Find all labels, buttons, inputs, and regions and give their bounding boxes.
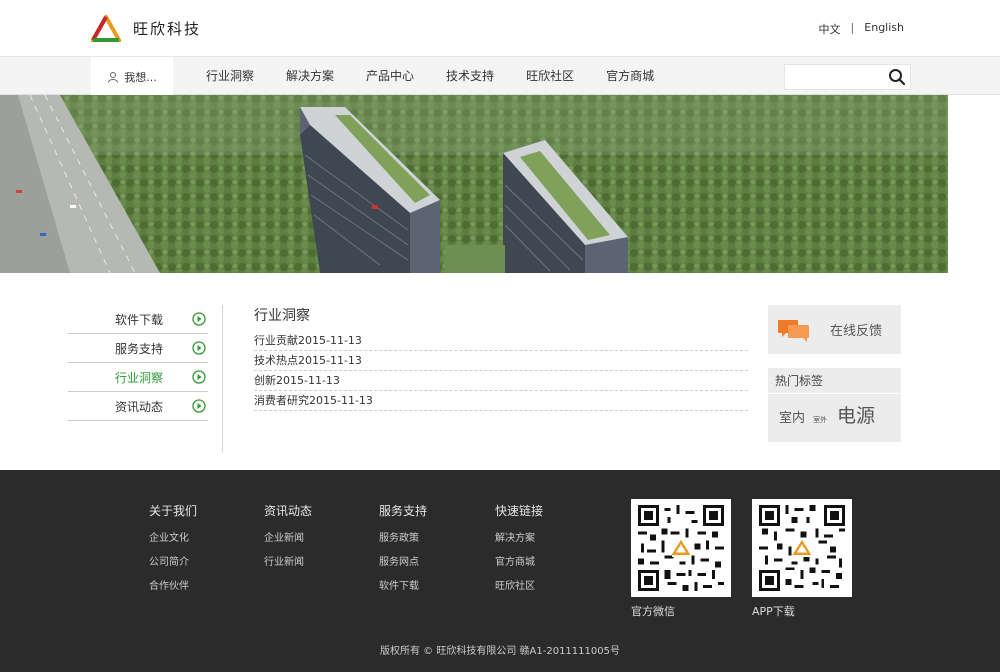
arrow-right-circle-icon bbox=[192, 399, 206, 413]
sidebar-divider bbox=[222, 305, 223, 453]
footer-link[interactable]: 企业文化 bbox=[149, 532, 249, 556]
user-icon bbox=[108, 71, 119, 83]
tag-indoor[interactable]: 室内 bbox=[779, 407, 805, 426]
sidebar-menu: 软件下载 服务支持 行业洞察 资讯动态 bbox=[68, 305, 208, 421]
logo-triangle-icon bbox=[91, 15, 121, 42]
arrow-right-circle-icon bbox=[192, 341, 206, 355]
search-box bbox=[784, 64, 911, 90]
tag-power-supply[interactable]: 电源 bbox=[837, 401, 875, 428]
footer-column-news: 资讯动态 企业新闻 行业新闻 bbox=[264, 502, 364, 580]
nav-item-solutions[interactable]: 解决方案 bbox=[270, 57, 350, 96]
nav-item-tech-support[interactable]: 技术支持 bbox=[430, 57, 510, 96]
nav-item-official-store[interactable]: 官方商城 bbox=[590, 57, 670, 96]
footer-link[interactable]: 公司简介 bbox=[149, 556, 249, 580]
page-title: 行业洞察 bbox=[254, 308, 310, 324]
nav-items: 行业洞察 解决方案 产品中心 技术支持 旺欣社区 官方商城 bbox=[190, 57, 670, 96]
sidebar-item-label: 软件下载 bbox=[115, 312, 164, 327]
footer-column-title: 资讯动态 bbox=[264, 504, 313, 518]
news-item[interactable]: 创新2015-11-13 bbox=[254, 371, 748, 391]
footer-column-quick-links: 快速链接 解决方案 官方商城 旺欣社区 bbox=[495, 502, 595, 604]
search-input[interactable] bbox=[785, 65, 880, 89]
footer-link[interactable]: 官方商城 bbox=[495, 556, 595, 580]
footer-link[interactable]: 行业新闻 bbox=[264, 556, 364, 580]
footer-link[interactable]: 软件下载 bbox=[379, 580, 479, 604]
site-header: 旺欣科技 中文 | English bbox=[0, 0, 1000, 56]
footer-column-about: 关于我们 企业文化 公司简介 合作伙伴 bbox=[149, 502, 249, 604]
sidebar-item-label: 行业洞察 bbox=[115, 370, 164, 385]
footer-link[interactable]: 合作伙伴 bbox=[149, 580, 249, 604]
news-item[interactable]: 技术热点2015-11-13 bbox=[254, 351, 748, 371]
site-footer: 关于我们 企业文化 公司简介 合作伙伴 资讯动态 企业新闻 行业新闻 服务支持 … bbox=[0, 470, 1000, 672]
footer-column-title: 快速链接 bbox=[495, 504, 544, 518]
qr-code-icon bbox=[631, 499, 731, 597]
arrow-right-circle-icon bbox=[192, 312, 206, 326]
hero-banner bbox=[0, 95, 948, 273]
tag-outdoor[interactable]: 室外 bbox=[813, 415, 827, 425]
footer-column-service: 服务支持 服务政策 服务网点 软件下载 bbox=[379, 502, 479, 604]
qr-wechat: 官方微信 bbox=[631, 499, 731, 619]
language-switch: 中文 | English bbox=[819, 21, 904, 37]
qr-code-icon bbox=[752, 499, 852, 597]
sidebar-item-industry-insight[interactable]: 行业洞察 bbox=[68, 363, 208, 392]
news-item[interactable]: 消费者研究2015-11-13 bbox=[254, 391, 748, 411]
lang-en-link[interactable]: English bbox=[864, 21, 904, 37]
i-want-menu[interactable]: 我想... bbox=[91, 57, 173, 96]
chat-bubbles-icon bbox=[778, 319, 809, 342]
feedback-label: 在线反馈 bbox=[830, 324, 883, 339]
arrow-right-circle-icon bbox=[192, 370, 206, 384]
nav-item-industry-insight[interactable]: 行业洞察 bbox=[190, 57, 270, 96]
i-want-label: 我想... bbox=[124, 70, 157, 84]
footer-column-title: 服务支持 bbox=[379, 504, 428, 518]
sidebar-item-news[interactable]: 资讯动态 bbox=[68, 392, 208, 421]
main-content: 行业洞察 行业贡献2015-11-13 技术热点2015-11-13 创新201… bbox=[254, 305, 748, 411]
sidebar-item-label: 资讯动态 bbox=[115, 399, 164, 414]
footer-link[interactable]: 旺欣社区 bbox=[495, 580, 595, 604]
news-item[interactable]: 行业贡献2015-11-13 bbox=[254, 331, 748, 351]
nav-item-community[interactable]: 旺欣社区 bbox=[510, 57, 590, 96]
online-feedback-button[interactable]: 在线反馈 bbox=[768, 305, 901, 354]
footer-link[interactable]: 解决方案 bbox=[495, 532, 595, 556]
footer-link[interactable]: 服务网点 bbox=[379, 556, 479, 580]
logo-text: 旺欣科技 bbox=[133, 20, 202, 38]
hot-tags-panel: 热门标签 室内 室外 电源 bbox=[768, 368, 901, 442]
logo[interactable]: 旺欣科技 bbox=[91, 15, 201, 42]
banner-building-aerial-image bbox=[0, 95, 948, 273]
qr-app-download: APP下载 bbox=[752, 499, 852, 619]
footer-link[interactable]: 企业新闻 bbox=[264, 532, 364, 556]
main-nav: 我想... 行业洞察 解决方案 产品中心 技术支持 旺欣社区 官方商城 bbox=[0, 56, 1000, 96]
search-icon[interactable] bbox=[888, 68, 906, 86]
copyright-text: 版权所有 © 旺欣科技有限公司 赣A1-2011111005号 bbox=[380, 646, 620, 657]
sidebar-item-service-support[interactable]: 服务支持 bbox=[68, 334, 208, 363]
qr-label: 官方微信 bbox=[631, 605, 675, 618]
qr-label: APP下载 bbox=[752, 605, 795, 618]
footer-column-title: 关于我们 bbox=[149, 504, 198, 518]
nav-item-products[interactable]: 产品中心 bbox=[350, 57, 430, 96]
lang-separator: | bbox=[850, 21, 855, 34]
tag-cloud: 室内 室外 电源 bbox=[768, 394, 901, 428]
lang-zh-link[interactable]: 中文 bbox=[819, 21, 841, 37]
hot-tags-title: 热门标签 bbox=[768, 368, 901, 394]
sidebar-item-software-download[interactable]: 软件下载 bbox=[68, 305, 208, 334]
sidebar-item-label: 服务支持 bbox=[115, 341, 164, 356]
footer-link[interactable]: 服务政策 bbox=[379, 532, 479, 556]
